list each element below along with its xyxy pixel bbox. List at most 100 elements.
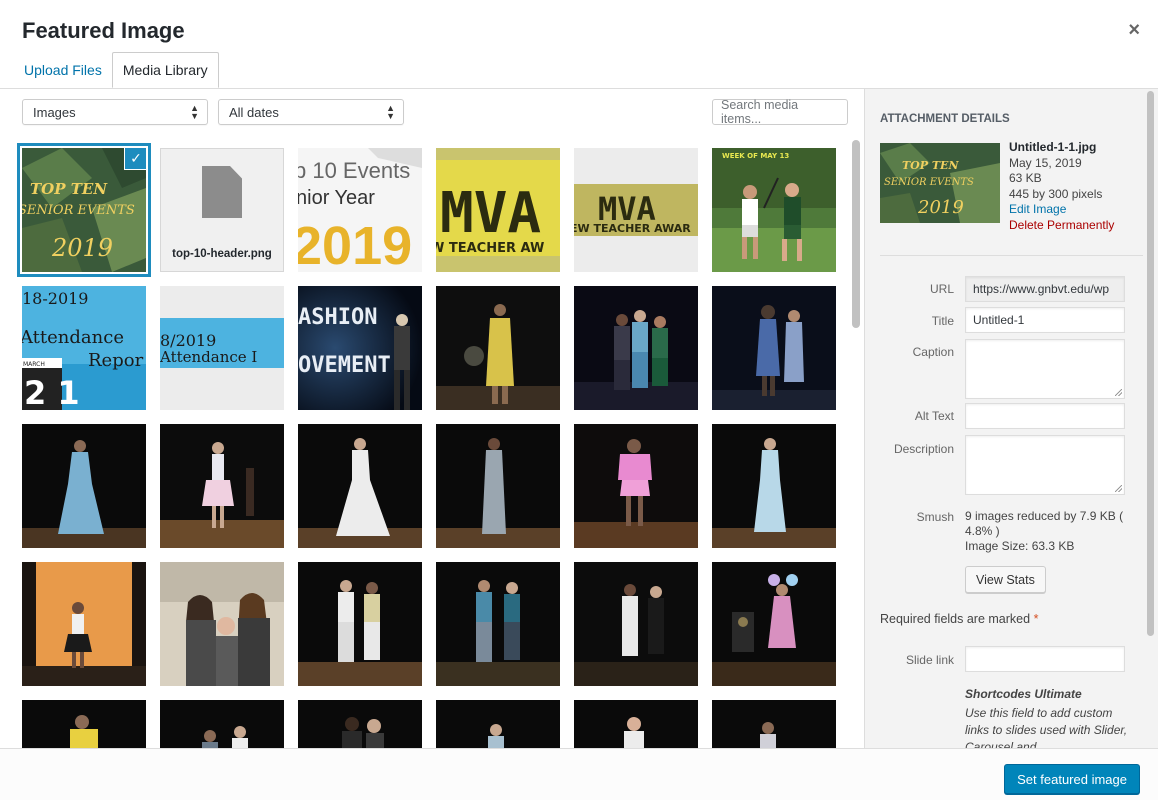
view-stats-button[interactable]: View Stats	[965, 566, 1046, 593]
media-thumb-fashion[interactable]: ASHION OVEMENT	[298, 286, 422, 410]
media-thumb-gown-3[interactable]	[298, 424, 422, 548]
mva-text-1: MVA	[440, 181, 541, 246]
media-thumb-gown-5[interactable]	[712, 424, 836, 548]
media-thumb-row5-3[interactable]	[298, 700, 422, 748]
row5-image-4	[436, 700, 560, 748]
row5-image-1	[22, 700, 146, 748]
url-field[interactable]: https://www.gnbvt.edu/wp	[965, 276, 1125, 302]
description-label: Description	[893, 442, 954, 456]
media-thumb-gown-4[interactable]	[436, 424, 560, 548]
top-ten-year: 2019	[51, 234, 113, 262]
runway-image-3	[712, 286, 836, 410]
media-thumb-attendance-2[interactable]: 8/2019 Attendance I	[160, 286, 284, 410]
march-label: MARCH	[23, 361, 45, 368]
media-thumb-row5-4[interactable]	[436, 700, 560, 748]
close-icon[interactable]: ×	[1128, 20, 1140, 40]
search-input[interactable]: Search media items...	[712, 98, 848, 126]
attachment-details-heading: ATTACHMENT DETAILS	[880, 113, 1010, 125]
caption-field[interactable]	[965, 339, 1125, 399]
media-thumb-events[interactable]: p 10 Events nior Year 2019	[298, 148, 422, 272]
media-thumb-runway-2[interactable]	[574, 286, 698, 410]
attachment-dimensions: 445 by 300 pixels	[1009, 186, 1103, 201]
sidebar-scroll-thumb[interactable]	[1147, 91, 1154, 636]
attendance-year-1: 18-2019	[22, 289, 88, 308]
smush-image-size: Image Size: 63.3 KB	[965, 539, 1075, 553]
media-thumb-gown-2[interactable]	[160, 424, 284, 548]
url-label: URL	[929, 282, 954, 296]
attendance-word-2: Attendance I	[160, 348, 257, 366]
preview-line2: SENIOR EVENTS	[884, 177, 974, 188]
alt-text-field[interactable]	[965, 403, 1125, 429]
gown-image-4	[436, 424, 560, 548]
media-thumb-attendance-1[interactable]: 18-2019 Attendance Repor MARCH 2 1	[22, 286, 146, 410]
group-photo-image	[160, 562, 284, 686]
attendance-image-2: 8/2019 Attendance I	[160, 286, 284, 410]
runway-pair-image-2	[436, 562, 560, 686]
media-thumb-mva-1[interactable]: MVA W TEACHER AW	[436, 148, 560, 272]
edit-image-link[interactable]: Edit Image	[1009, 202, 1114, 218]
media-thumb-pink-outfit[interactable]	[574, 424, 698, 548]
attendance-image-1: 18-2019 Attendance Repor MARCH 2 1	[22, 286, 146, 410]
required-fields-note: Required fields are marked *	[880, 612, 1038, 626]
sidebar-divider	[880, 255, 1143, 256]
shortcodes-description: Use this field to add custom links to sl…	[965, 706, 1128, 748]
media-type-select[interactable]: Images ▲ ▼	[22, 99, 208, 125]
media-thumb-runway-3[interactable]	[712, 286, 836, 410]
shortcodes-title: Shortcodes Ultimate	[965, 687, 1082, 701]
title-field[interactable]: Untitled-1	[965, 307, 1125, 333]
description-field[interactable]	[965, 435, 1125, 495]
media-thumb-gown-1[interactable]	[22, 424, 146, 548]
media-tabs: Upload Files Media Library	[14, 52, 219, 88]
runway-pair-image-3	[574, 562, 698, 686]
preview-line1: TOP TEN	[902, 159, 959, 172]
title-label: Title	[931, 314, 954, 328]
slide-link-field[interactable]	[965, 646, 1125, 672]
media-thumb-runway-pair-2[interactable]	[436, 562, 560, 686]
tab-media-library[interactable]: Media Library	[111, 52, 219, 88]
attachment-details-sidebar: ATTACHMENT DETAILS TOP TEN SENIOR EVENTS…	[864, 89, 1158, 748]
fashion-image: ASHION OVEMENT	[298, 286, 422, 410]
media-thumb-stage-orange[interactable]	[22, 562, 146, 686]
media-thumb-file[interactable]: top-10-header.png	[160, 148, 284, 272]
checkmark-icon[interactable]: ✓	[124, 148, 146, 170]
alt-text-label: Alt Text	[914, 409, 954, 423]
media-grid-scroll-thumb[interactable]	[852, 140, 860, 328]
media-thumb-top-ten[interactable]: TOP TEN SENIOR EVENTS 2019 ✓	[17, 143, 151, 277]
top-ten-line1: TOP TEN	[30, 180, 108, 198]
media-thumb-runway-1[interactable]	[436, 286, 560, 410]
preview-year: 2019	[917, 197, 964, 218]
events-line2: nior Year	[298, 187, 375, 209]
required-fields-text: Required fields are marked	[880, 612, 1031, 626]
events-image: p 10 Events nior Year 2019	[298, 148, 422, 272]
events-line1: p 10 Events	[298, 158, 410, 183]
select-arrows-icon: ▲ ▼	[386, 103, 395, 121]
gown-image-1	[22, 424, 146, 548]
row5-image-3	[298, 700, 422, 748]
media-thumb-runway-pair-3[interactable]	[574, 562, 698, 686]
smush-reduction: 9 images reduced by 7.9 KB ( 4.8% )	[965, 509, 1124, 538]
gown-image-2	[160, 424, 284, 548]
attachment-meta: Untitled-1-1.jpg May 15, 2019 63 KB 445 …	[1009, 140, 1114, 233]
media-thumb-row5-5[interactable]	[574, 700, 698, 748]
media-thumb-row5-2[interactable]	[160, 700, 284, 748]
media-thumb-runway-pair-1[interactable]	[298, 562, 422, 686]
smush-stats: 9 images reduced by 7.9 KB ( 4.8% ) Imag…	[965, 509, 1130, 554]
runway-image-1	[436, 286, 560, 410]
svg-text:2 1: 2 1	[24, 374, 80, 410]
media-thumb-podium[interactable]	[712, 562, 836, 686]
date-filter-select[interactable]: All dates ▲ ▼	[218, 99, 404, 125]
media-thumb-row5-6[interactable]	[712, 700, 836, 748]
fashion-line2: OVEMENT	[298, 353, 391, 378]
media-thumb-lacrosse[interactable]: WEEK OF MAY 13	[712, 148, 836, 272]
media-thumb-mva-2[interactable]: MVA EW TEACHER AWAR	[574, 148, 698, 272]
media-thumb-group-photo[interactable]	[160, 562, 284, 686]
row5-image-5	[574, 700, 698, 748]
set-featured-image-button[interactable]: Set featured image	[1004, 764, 1140, 794]
events-year: 2019	[298, 216, 412, 272]
gown-image-5	[712, 424, 836, 548]
media-thumb-row5-1[interactable]	[22, 700, 146, 748]
mva-image-2: MVA EW TEACHER AWAR	[574, 148, 698, 272]
tab-upload-files[interactable]: Upload Files	[14, 52, 112, 88]
delete-permanently-link[interactable]: Delete Permanently	[1009, 218, 1114, 234]
runway-image-2	[574, 286, 698, 410]
